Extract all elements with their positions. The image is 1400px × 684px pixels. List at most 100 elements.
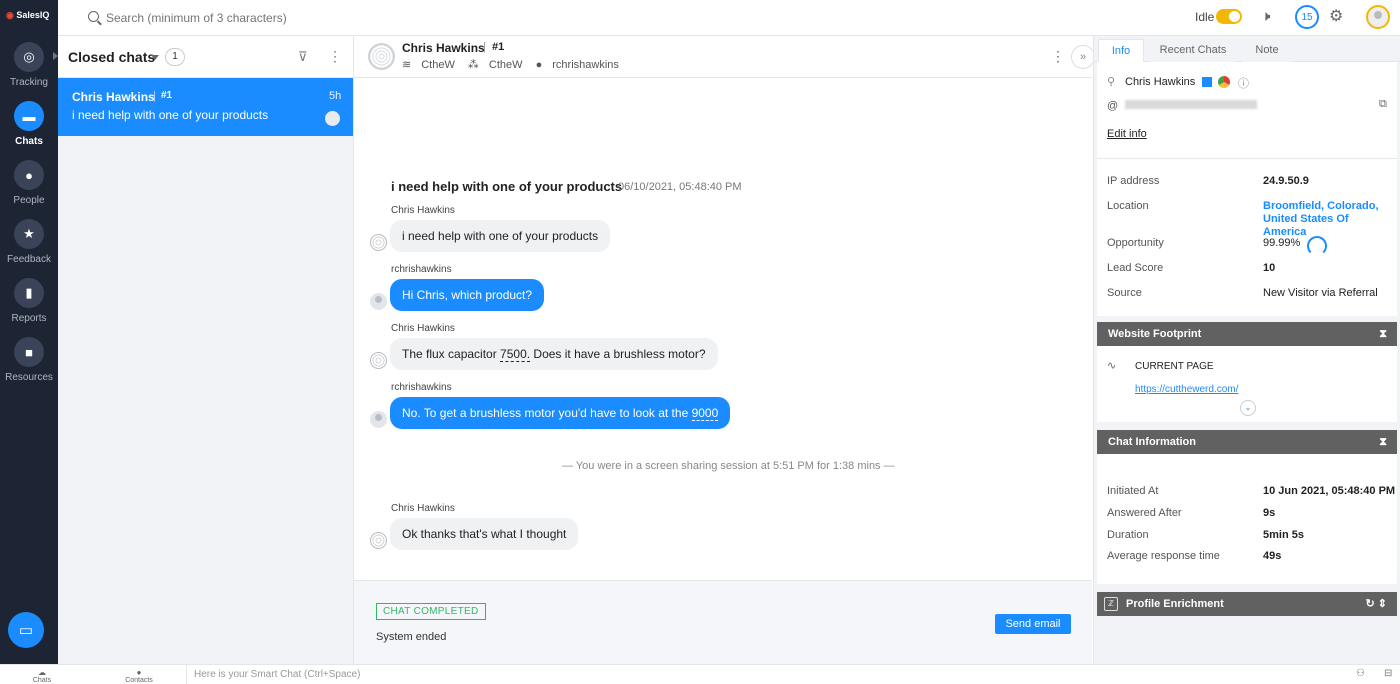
bottom-tab-contacts[interactable]: ● Contacts (125, 668, 153, 684)
nav-item-chats[interactable]: ▬ Chats (0, 101, 58, 147)
detail-label: Opportunity (1107, 237, 1164, 249)
message-text: Does it have a brushless motor? (530, 347, 706, 361)
message-link[interactable]: 7500. (500, 347, 531, 362)
initiated-at-value: 10 Jun 2021, 05:48:40 PM (1263, 485, 1396, 497)
message-sender: Chris Hawkins (391, 503, 455, 514)
tab-recent-chats[interactable]: Recent Chats (1150, 39, 1236, 62)
notification-count-badge[interactable]: 15 (1295, 5, 1319, 29)
speaker-icon[interactable]: 🕨 (1261, 8, 1270, 25)
detail-label: Duration (1107, 529, 1149, 541)
section-title: Profile Enrichment (1126, 598, 1224, 610)
department-label: CtheW (421, 59, 455, 71)
portal-label: CtheW (488, 59, 523, 71)
email-value-redacted (1125, 100, 1257, 109)
message-link[interactable]: 9000 (691, 406, 719, 421)
duration-value: 5min 5s (1263, 529, 1304, 541)
collapse-panel-button[interactable]: » (1071, 45, 1095, 69)
detail-label: Average response time (1107, 550, 1220, 562)
message-sender: Chris Hawkins (391, 323, 455, 334)
collapse-icon[interactable]: ⧗ (1379, 430, 1387, 454)
top-bar: Idle 🕨 15 ⚙ (58, 0, 1400, 36)
nav-item-people[interactable]: ● People (0, 160, 58, 206)
bottom-tab-chats[interactable]: ☁ Chats (32, 668, 52, 684)
detail-label: Source (1107, 287, 1142, 299)
chat-item-number: #1 (161, 90, 173, 101)
nav-item-reports[interactable]: ▮ Reports (0, 278, 58, 324)
more-vertical-icon[interactable]: ⋮ (328, 48, 342, 65)
status-badge: CHAT COMPLETED (376, 603, 486, 620)
copy-icon[interactable]: ⧉ (1379, 98, 1387, 111)
user-avatar[interactable] (1366, 5, 1390, 29)
chat-information-header[interactable]: Chat Information ⧗ (1097, 430, 1397, 454)
inbox-icon[interactable]: ⊟ (1384, 668, 1392, 679)
gear-icon[interactable]: ⚙ (1329, 6, 1343, 26)
send-email-button[interactable]: Send email (995, 614, 1071, 634)
target-icon: ◎ (14, 42, 58, 72)
chat-list-header: Closed chats 1 ⊽ ⋮ (58, 36, 353, 78)
message-bubble: Ok thanks that's what I thought (390, 518, 579, 550)
chat-icon: ☁ (38, 668, 46, 677)
chat-list-panel: Closed chats 1 ⊽ ⋮ Chris Hawkins | #1 5h… (58, 36, 354, 664)
operator-avatar (370, 293, 387, 310)
bar-chart-icon: ▮ (14, 278, 44, 308)
lead-score-value: 10 (1263, 262, 1276, 274)
system-ended-label: System ended (376, 631, 447, 643)
opportunity-value: 99.99% (1263, 237, 1301, 249)
detail-label: Location (1107, 200, 1149, 212)
chat-bubble-icon[interactable]: ▭ (8, 612, 44, 648)
tab-note[interactable]: Note (1242, 39, 1292, 62)
section-title: Website Footprint (1108, 328, 1202, 340)
refresh-expand-icon[interactable]: ↻ ⇕ (1366, 592, 1388, 616)
separator: | (483, 41, 486, 53)
collapse-icon[interactable]: ⧗ (1379, 322, 1387, 346)
status-toggle[interactable] (1216, 9, 1242, 24)
visitor-avatar (370, 352, 387, 369)
windows-icon (1202, 77, 1212, 87)
visitor-avatar (370, 234, 387, 251)
chevron-down-icon[interactable]: ⌄ (1240, 400, 1256, 416)
nav-item-feedback[interactable]: ★ Feedback (0, 219, 58, 265)
smart-chat-input[interactable]: Here is your Smart Chat (Ctrl+Space) (186, 665, 1346, 684)
location-value[interactable]: Broomfield, Colorado, United States Of A… (1263, 200, 1393, 239)
conversation-meta: ≋ CtheW ⁂ CtheW ● rchrishawkins (402, 58, 629, 71)
chat-information-body: Initiated At 10 Jun 2021, 05:48:40 PM An… (1097, 454, 1397, 584)
visitor-avatar (368, 43, 395, 70)
conversation-header: Chris Hawkins | #1 ≋ CtheW ⁂ CtheW ● rchris… (354, 36, 1095, 78)
message-text: No. To get a brushless motor you'd have … (402, 406, 692, 420)
current-page-url[interactable]: https://cutthewerd.com/ (1135, 384, 1238, 395)
chat-list-title[interactable]: Closed chats (68, 49, 155, 65)
person-icon: ● (535, 59, 543, 71)
section-title: Chat Information (1108, 436, 1196, 448)
operator-avatar (370, 411, 387, 428)
website-footprint-header[interactable]: Website Footprint ⧗ (1097, 322, 1397, 346)
website-footprint-body: ∿ CURRENT PAGE https://cutthewerd.com/ ⌄ (1097, 346, 1397, 422)
message-sender: rchrishawkins (391, 264, 452, 275)
more-vertical-icon[interactable]: ⋮ (1051, 48, 1065, 65)
detail-label: IP address (1107, 175, 1160, 187)
profile-enrichment-header[interactable]: ℤ Profile Enrichment ↻ ⇕ (1097, 592, 1397, 616)
chat-question-time: 06/10/2021, 05:48:40 PM (618, 181, 742, 193)
app-logo[interactable]: ◉ SalesIQ (6, 10, 49, 21)
briefcase-icon: ■ (14, 337, 44, 367)
people-icon[interactable]: ⚇ (1356, 668, 1365, 679)
nav-item-tracking[interactable]: ◎ Tracking (0, 42, 58, 88)
average-response-value: 49s (1263, 550, 1282, 562)
layers-icon: ≋ (402, 59, 412, 71)
filter-icon[interactable]: ⊽ (298, 49, 308, 65)
status-label: Idle (1195, 10, 1215, 24)
info-icon[interactable]: ⓘ (1238, 75, 1249, 91)
divider (1097, 158, 1397, 159)
chat-item-time: 5h (329, 90, 342, 102)
tab-info[interactable]: Info (1098, 39, 1144, 62)
message-bubble: i need help with one of your products (390, 220, 611, 252)
chrome-icon (1218, 76, 1230, 88)
list-item[interactable]: Chris Hawkins | #1 5h i need help with o… (58, 78, 353, 136)
chat-item-name: Chris Hawkins (72, 90, 155, 104)
search-input[interactable] (106, 9, 506, 27)
nav-item-resources[interactable]: ■ Resources (0, 337, 58, 383)
chat-icon: ▬ (14, 101, 44, 131)
chevron-down-icon[interactable] (151, 55, 159, 60)
chat-item-message: i need help with one of your products (72, 108, 269, 122)
message-bubble: Hi Chris, which product? (390, 279, 545, 311)
edit-info-link[interactable]: Edit info (1107, 128, 1147, 140)
